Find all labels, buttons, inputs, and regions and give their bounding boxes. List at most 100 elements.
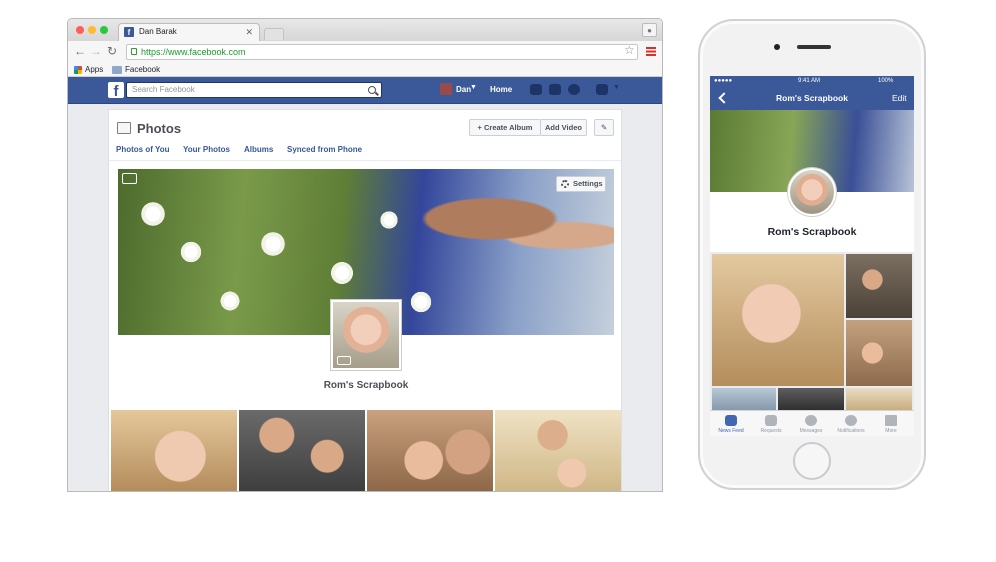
tab-news-feed[interactable]: News Feed	[711, 411, 751, 436]
back-arrow-icon[interactable]: ←	[74, 44, 86, 58]
settings-label: Settings	[573, 179, 603, 188]
flower-decoration	[258, 229, 288, 259]
home-link[interactable]: Home	[490, 85, 512, 94]
address-bar[interactable]: https://www.facebook.com	[126, 44, 638, 60]
user-profile-icon[interactable]: ●	[642, 23, 657, 37]
signal-icon: ●●●●●	[714, 78, 733, 84]
friend-requests-icon	[765, 415, 777, 426]
album-photo[interactable]	[239, 410, 365, 491]
iphone: ●●●●● 9:41 AM 100% Rom's Scrapbook Edit …	[698, 19, 926, 490]
tab-synced-from-phone[interactable]: Synced from Phone	[287, 145, 362, 154]
album-photo[interactable]	[111, 410, 237, 491]
tab-label: Messages	[799, 428, 823, 434]
album-cover-thumbnail[interactable]	[331, 300, 401, 370]
tab-more[interactable]: More	[871, 411, 911, 436]
tab-notifications[interactable]: Notifications	[831, 411, 871, 436]
flower-decoration	[378, 209, 400, 231]
status-time: 9:41 AM	[798, 78, 821, 84]
bookmarks-bar: Apps Facebook	[68, 63, 662, 77]
browser-window: f Dan Barak ✕ ● ← → ↻ https://www.facebo…	[67, 18, 663, 492]
camera-icon[interactable]	[337, 356, 351, 365]
edit-button[interactable]: Edit	[892, 93, 907, 103]
settings-button[interactable]: Settings	[556, 176, 606, 192]
search-placeholder: Search Facebook	[132, 85, 195, 94]
tab-label: More	[885, 428, 897, 434]
battery-percent: 100%	[878, 78, 894, 84]
folder-icon	[112, 66, 122, 74]
tab-label: Notifications	[837, 428, 865, 434]
create-album-button[interactable]: + Create Album	[469, 119, 541, 136]
tab-messages[interactable]: Messages	[791, 411, 831, 436]
new-tab-button[interactable]	[264, 28, 284, 40]
add-video-button[interactable]: Add Video	[540, 119, 587, 136]
user-name-link[interactable]: Dan	[456, 85, 471, 94]
chevron-down-icon[interactable]: ▼	[470, 84, 477, 91]
bookmark-facebook[interactable]: Facebook	[125, 65, 160, 74]
album-photo[interactable]	[846, 254, 912, 318]
album-photo[interactable]	[367, 410, 493, 491]
browser-tab[interactable]: f Dan Barak ✕	[118, 23, 260, 41]
tab-close-icon[interactable]: ✕	[245, 24, 253, 40]
status-bar: ●●●●● 9:41 AM 100%	[710, 76, 914, 87]
photos-panel: Photos + Create Album Add Video ✎ Photos…	[108, 109, 622, 491]
search-input[interactable]: Search Facebook	[126, 82, 382, 98]
maximize-window-button[interactable]	[100, 26, 108, 34]
tab-label: Requests	[760, 428, 782, 434]
hamburger-menu-icon	[885, 415, 897, 426]
album-photo[interactable]	[846, 320, 912, 386]
browser-toolbar: ← → ↻ https://www.facebook.com ☆	[68, 41, 662, 63]
photos-icon	[117, 122, 131, 134]
phone-tab-bar: News Feed Requests Messages Notification…	[710, 410, 914, 436]
forward-arrow-icon[interactable]: →	[90, 44, 102, 58]
lock-icon	[131, 48, 137, 55]
divider	[109, 160, 621, 161]
bookmark-apps[interactable]: Apps	[85, 65, 103, 74]
gear-icon	[561, 180, 569, 188]
close-window-button[interactable]	[76, 26, 84, 34]
tab-your-photos[interactable]: Your Photos	[183, 145, 230, 154]
flower-decoration	[328, 259, 356, 287]
tab-albums[interactable]: Albums	[244, 145, 273, 154]
apps-grid-icon	[74, 66, 82, 74]
home-button[interactable]	[793, 442, 831, 480]
album-photo[interactable]	[712, 388, 776, 410]
album-photo[interactable]	[712, 254, 844, 386]
facebook-favicon-icon: f	[124, 27, 134, 37]
page-title: Photos	[137, 121, 182, 136]
friend-requests-icon[interactable]	[530, 84, 542, 95]
edit-pencil-icon[interactable]: ✎	[594, 119, 614, 136]
album-photo[interactable]	[846, 388, 912, 410]
tab-title: Dan Barak	[139, 27, 177, 36]
globe-icon	[845, 415, 857, 426]
album-photo[interactable]	[495, 410, 621, 491]
camera-icon[interactable]	[122, 173, 137, 184]
privacy-shortcuts-icon[interactable]	[596, 84, 608, 95]
search-icon[interactable]	[368, 86, 376, 94]
album-cover-avatar[interactable]	[788, 168, 836, 216]
browser-menu-icon[interactable]	[646, 47, 656, 56]
account-menu-chevron-icon[interactable]: ▼	[613, 84, 620, 91]
album-title: Rom's Scrapbook	[323, 380, 409, 391]
flower-decoration	[408, 289, 434, 315]
facebook-header: f Search Facebook Dan ▼ Home ▼	[68, 77, 662, 104]
facebook-logo-icon[interactable]: f	[108, 82, 124, 100]
messages-icon[interactable]	[549, 84, 561, 95]
title-bar: f Dan Barak ✕ ●	[68, 19, 662, 41]
reload-icon[interactable]: ↻	[107, 44, 117, 58]
messenger-icon	[805, 415, 817, 426]
user-avatar[interactable]	[440, 83, 452, 95]
tab-label: News Feed	[718, 428, 744, 434]
phone-nav-bar: Rom's Scrapbook Edit	[710, 87, 914, 110]
flower-decoration	[218, 289, 242, 313]
notifications-globe-icon[interactable]	[568, 84, 580, 95]
tab-requests[interactable]: Requests	[751, 411, 791, 436]
nav-title: Rom's Scrapbook	[776, 93, 848, 103]
url-text: https://www.facebook.com	[141, 47, 246, 57]
bookmark-star-icon[interactable]: ☆	[624, 43, 635, 57]
minimize-window-button[interactable]	[88, 26, 96, 34]
album-photo[interactable]	[778, 388, 844, 410]
speaker	[797, 45, 831, 49]
phone-screen: ●●●●● 9:41 AM 100% Rom's Scrapbook Edit …	[710, 76, 914, 436]
flower-decoration	[178, 239, 204, 265]
tab-photos-of-you[interactable]: Photos of You	[116, 145, 169, 154]
